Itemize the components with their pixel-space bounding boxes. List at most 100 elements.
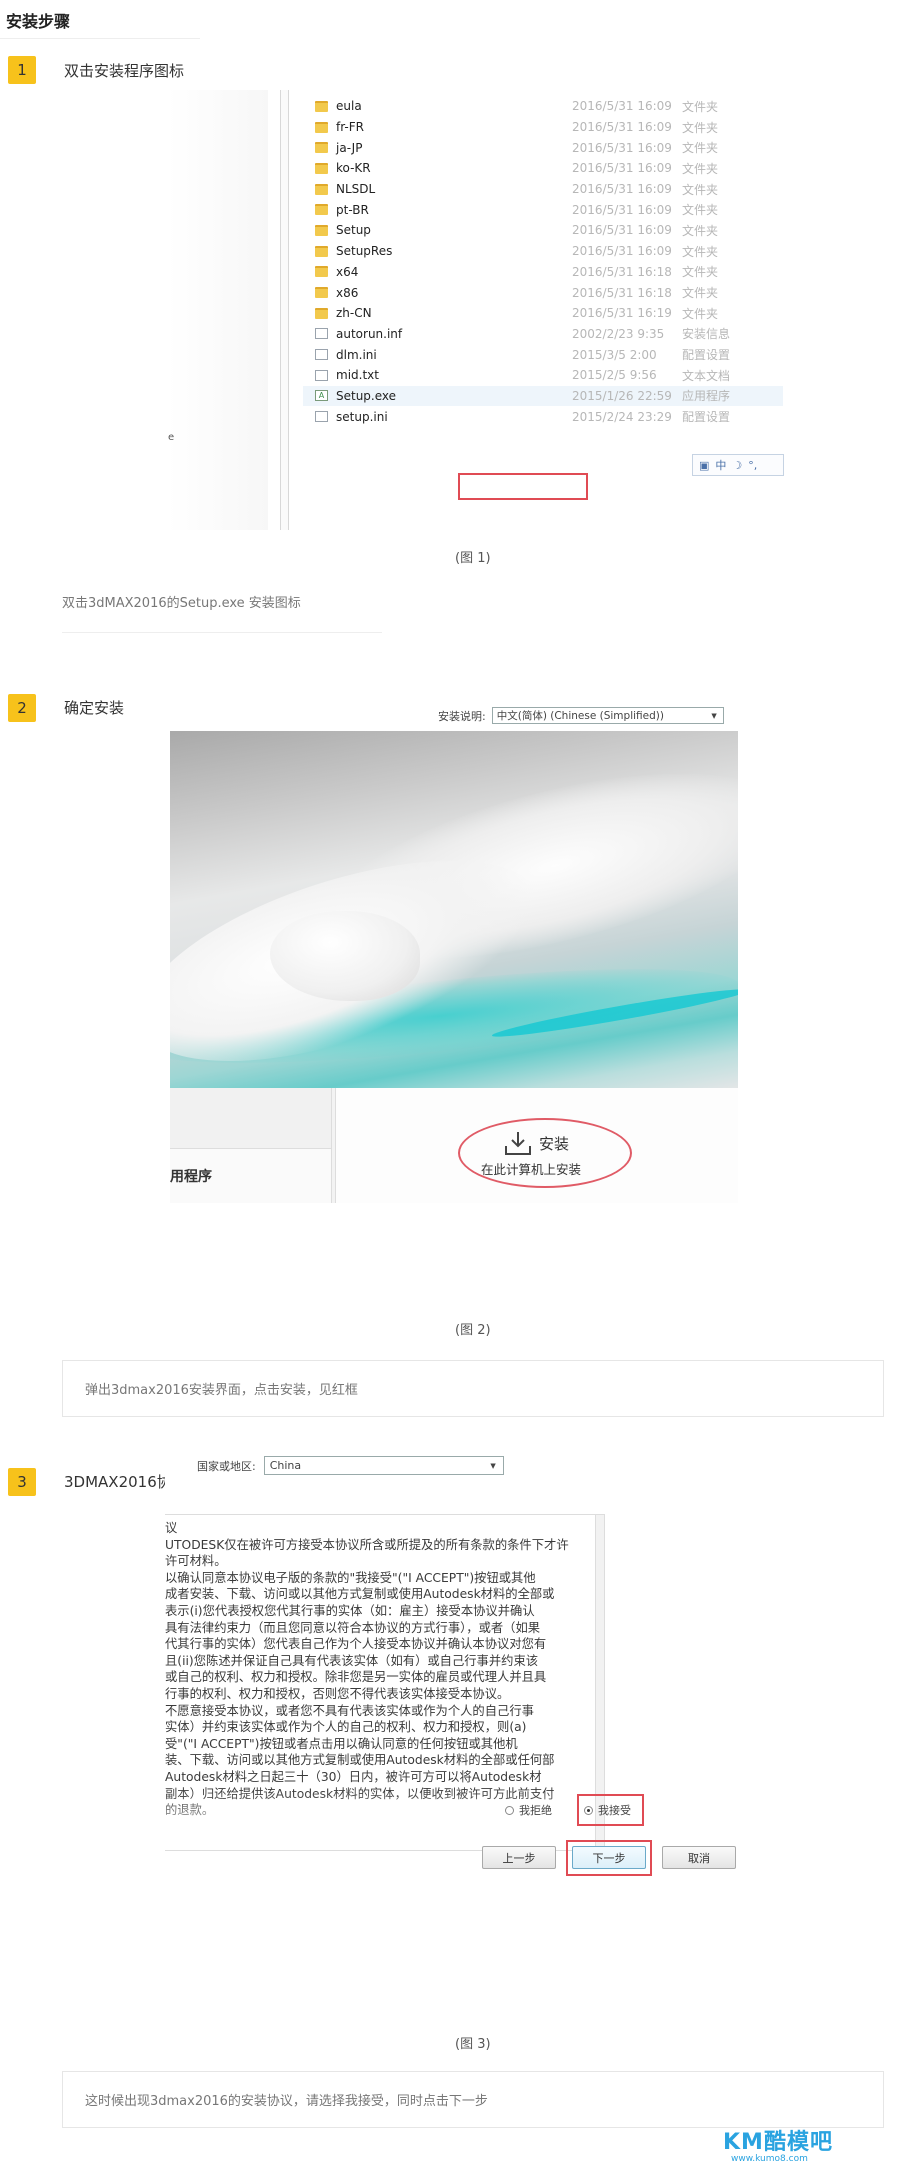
chevron-down-icon: ▼ (490, 1461, 496, 1470)
file-type: 文件夹 (682, 306, 719, 321)
language-value: 中文(简体) (Chinese (Simplified)) (496, 710, 664, 722)
file-date: 2015/2/24 23:29 (572, 409, 672, 424)
reject-radio[interactable] (505, 1805, 514, 1815)
country-value: China (269, 1459, 302, 1472)
back-button-label: 上一步 (502, 1851, 536, 1865)
country-row: 国家或地区: China ▼ (197, 1456, 504, 1475)
autodesk-app-icon: A (315, 390, 328, 402)
license-line: 且(ii)您陈述并保证自己具有代表该实体（如有）或自己行事并约束该 (165, 1653, 539, 1668)
license-line: UTODESK仅在被许可方接受本协议所含或所提及的所有条款的条件下才许 (165, 1537, 569, 1552)
file-row[interactable]: Setup 2016/5/31 16:09 文件夹 (303, 220, 783, 241)
license-text: 议 UTODESK仅在被许可方接受本协议所含或所提及的所有条款的条件下才许 许可材料… (165, 1520, 595, 1819)
file-row[interactable]: setup.ini 2015/2/24 23:29 配置设置 (303, 406, 783, 427)
settings-file-icon (315, 411, 328, 423)
license-fade (165, 1790, 604, 1850)
file-row[interactable]: eula 2016/5/31 16:09 文件夹 (303, 96, 783, 117)
file-name: pt-BR (336, 202, 369, 217)
site-logo[interactable]: KM酷模吧 www.kumo8.com (723, 2124, 833, 2164)
ime-toolbar[interactable]: ▣ 中 ☽ °, (692, 454, 784, 476)
figure-caption: (图 2) (455, 1323, 491, 1338)
file-date: 2016/5/31 16:19 (572, 306, 672, 321)
license-line: Autodesk材料之日起三十（30）日内，被许可方可以将Autodesk材 (165, 1769, 542, 1784)
file-name: SetupRes (336, 244, 393, 259)
cancel-button[interactable]: 取消 (662, 1846, 736, 1869)
back-button[interactable]: 上一步 (482, 1846, 556, 1869)
file-row[interactable]: fr-FR 2016/5/31 16:09 文件夹 (303, 117, 783, 138)
file-row[interactable]: zh-CN 2016/5/31 16:19 文件夹 (303, 303, 783, 324)
file-date: 2016/5/31 16:18 (572, 285, 672, 300)
file-row[interactable]: pt-BR 2016/5/31 16:09 文件夹 (303, 199, 783, 220)
file-name: eula (336, 99, 362, 114)
step-note: 这时候出现3dmax2016的安装协议，请选择我接受，同时点击下一步 (85, 2094, 488, 2109)
license-line: 受"("I ACCEPT")按钮或者点击用以确认同意的任何按钮或其他机 (165, 1736, 518, 1751)
file-row[interactable]: mid.txt 2015/2/5 9:56 文本文档 (303, 365, 783, 386)
folder-icon (315, 142, 328, 154)
figure-3-license-agreement: 国家或地区: China ▼ 议 UTODESK仅在被许可方接受本协议所含或所提及… (165, 1448, 740, 1948)
file-date: 2016/5/31 16:09 (572, 244, 672, 259)
license-line: 装、下载、访问或以其他方式复制或使用Autodesk材料的全部或任何部 (165, 1753, 555, 1768)
file-type: 安装信息 (682, 327, 731, 342)
highlight-box (566, 1840, 652, 1876)
file-row[interactable]: NLSDL 2016/5/31 16:09 文件夹 (303, 179, 783, 200)
file-list: eula 2016/5/31 16:09 文件夹 fr-FR 2016/5/31 16:… (303, 96, 783, 427)
step-label: 双击安装程序图标 (64, 62, 185, 80)
file-name: NLSDL (336, 182, 376, 197)
pane-splitter[interactable] (280, 90, 289, 530)
file-row[interactable]: ko-KR 2016/5/31 16:09 文件夹 (303, 158, 783, 179)
moon-icon: ☽ (732, 458, 743, 472)
license-line: 许可材料。 (165, 1554, 227, 1569)
note-divider (62, 632, 382, 633)
license-line: 议 (165, 1521, 178, 1535)
file-name: setup.ini (336, 409, 388, 424)
file-type: 应用程序 (682, 389, 731, 404)
file-type: 文件夹 (682, 141, 719, 156)
license-line: 代其行事的实体）您代表自己作为个人接受本协议并确认本协议对您有 (165, 1637, 547, 1652)
license-text-box[interactable]: 议 UTODESK仅在被许可方接受本协议所含或所提及的所有条款的条件下才许 许可材料… (165, 1514, 605, 1851)
file-row[interactable]: SetupRes 2016/5/31 16:09 文件夹 (303, 241, 783, 262)
language-label: 安装说明: (438, 709, 486, 723)
file-name: ko-KR (336, 161, 371, 176)
file-name: fr-FR (336, 120, 364, 135)
file-type: 文本文档 (682, 368, 731, 383)
reject-option[interactable]: 我拒绝 (505, 1802, 552, 1818)
navigation-pane (168, 90, 268, 530)
license-line: 或自己的权利、权力和授权。除非您是另一实体的雇员或代理人并且具 (165, 1670, 547, 1685)
folder-icon (315, 162, 328, 174)
nav-pane-text: e (168, 432, 175, 443)
folder-icon (315, 100, 328, 112)
file-row[interactable]: A Setup.exe 2015/1/26 22:59 应用程序 (303, 385, 783, 407)
file-row[interactable]: autorun.inf 2002/2/23 9:35 安装信息 (303, 324, 783, 345)
cancel-button-label: 取消 (688, 1851, 710, 1865)
file-date: 2016/5/31 16:09 (572, 182, 672, 197)
file-date: 2015/1/26 22:59 (572, 388, 672, 403)
logo-text: KM酷模吧 (723, 2130, 833, 2155)
folder-icon (315, 183, 328, 195)
file-date: 2016/5/31 16:09 (572, 99, 672, 114)
apps-tile-label: 用程序 (170, 1169, 212, 1185)
folder-icon (315, 307, 328, 319)
file-row[interactable]: x64 2016/5/31 16:18 文件夹 (303, 262, 783, 283)
file-type: 文件夹 (682, 223, 719, 238)
file-date: 2016/5/31 16:09 (572, 161, 672, 176)
install-tools-apps-tile[interactable]: 用程序 (170, 1148, 332, 1203)
file-type: 文件夹 (682, 182, 719, 197)
reject-label: 我拒绝 (519, 1804, 552, 1817)
country-select[interactable]: China ▼ (263, 1456, 504, 1475)
language-select[interactable]: 中文(简体) (Chinese (Simplified)) ▼ (491, 707, 724, 724)
chevron-down-icon: ▼ (711, 711, 717, 720)
license-line: 具有法律约束力（而且您同意以符合本协议的方式行事），或者（如果 (165, 1620, 541, 1635)
file-name: Setup (336, 223, 371, 238)
highlight-ellipse (458, 1118, 632, 1188)
file-date: 2016/5/31 16:09 (572, 120, 672, 135)
step-note-box: 弹出3dmax2016安装界面，点击安装，见红框 (62, 1360, 884, 1417)
highlight-box (458, 473, 588, 500)
file-name: Setup.exe (336, 388, 397, 403)
file-row[interactable]: dlm.ini 2015/3/5 2:00 配置设置 (303, 344, 783, 365)
text-file-icon (315, 369, 328, 381)
file-type: 配置设置 (682, 410, 731, 425)
folder-icon (315, 287, 328, 299)
file-date: 2016/5/31 16:09 (572, 202, 672, 217)
tools-tile[interactable] (170, 1088, 332, 1148)
file-row[interactable]: ja-JP 2016/5/31 16:09 文件夹 (303, 137, 783, 158)
file-row[interactable]: x86 2016/5/31 16:18 文件夹 (303, 282, 783, 303)
